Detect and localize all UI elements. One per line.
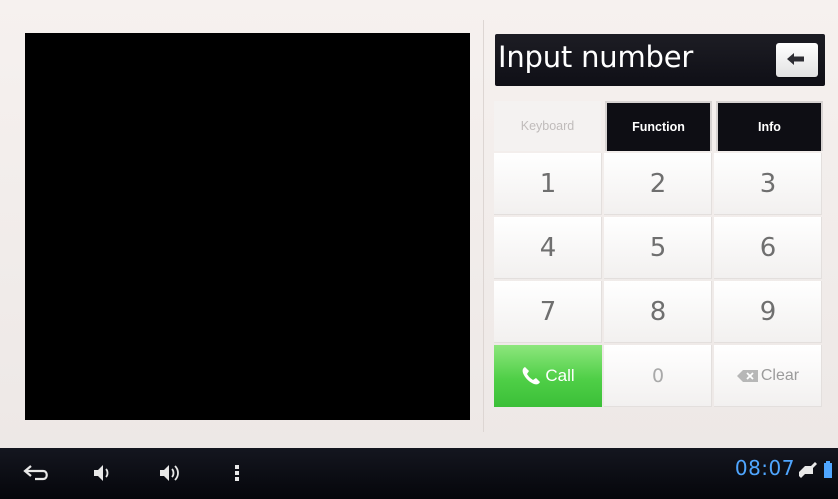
tab-bar: Keyboard Function Info	[494, 101, 824, 151]
key-2[interactable]: 2	[604, 153, 712, 215]
number-input[interactable]: Input number	[495, 34, 825, 86]
menu-icon[interactable]	[234, 462, 240, 484]
phone-icon	[522, 367, 541, 385]
key-8[interactable]: 8	[604, 281, 712, 343]
tab-keyboard[interactable]: Keyboard	[494, 101, 601, 151]
key-3[interactable]: 3	[714, 153, 822, 215]
tab-info-label: Info	[758, 120, 781, 134]
dialer-panel: Input number Keyboard Function Info 1 2 …	[483, 20, 831, 432]
key-1[interactable]: 1	[494, 153, 602, 215]
volume-down-icon[interactable]	[92, 462, 112, 484]
tab-keyboard-label: Keyboard	[520, 119, 575, 133]
backspace-button[interactable]	[776, 43, 818, 77]
key-9[interactable]: 9	[714, 281, 822, 343]
tab-function[interactable]: Function	[605, 101, 712, 151]
back-icon[interactable]	[23, 462, 51, 484]
status-clock: 08:07	[734, 456, 795, 480]
key-6[interactable]: 6	[714, 217, 822, 279]
video-area	[25, 33, 470, 420]
tab-function-label: Function	[632, 120, 685, 134]
tab-info[interactable]: Info	[716, 101, 823, 151]
volume-up-icon[interactable]	[158, 462, 184, 484]
call-button[interactable]: Call	[494, 345, 602, 407]
key-5[interactable]: 5	[604, 217, 712, 279]
notification-icon[interactable]	[797, 459, 819, 481]
key-4[interactable]: 4	[494, 217, 602, 279]
call-button-label: Call	[545, 366, 575, 385]
app-screen: Input number Keyboard Function Info 1 2 …	[0, 0, 838, 448]
keypad: 1 2 3 4 5 6 7 8 9 Call 0 Clear	[494, 153, 824, 407]
clear-button-label: Clear	[760, 367, 800, 384]
system-nav-bar: 08:07	[0, 448, 838, 499]
battery-icon	[824, 461, 832, 478]
backspace-arrow-icon	[787, 53, 804, 65]
key-7[interactable]: 7	[494, 281, 602, 343]
number-input-label: Input number	[498, 40, 694, 74]
delete-icon	[736, 370, 758, 382]
key-0[interactable]: 0	[604, 345, 712, 407]
clear-button[interactable]: Clear	[714, 345, 822, 407]
